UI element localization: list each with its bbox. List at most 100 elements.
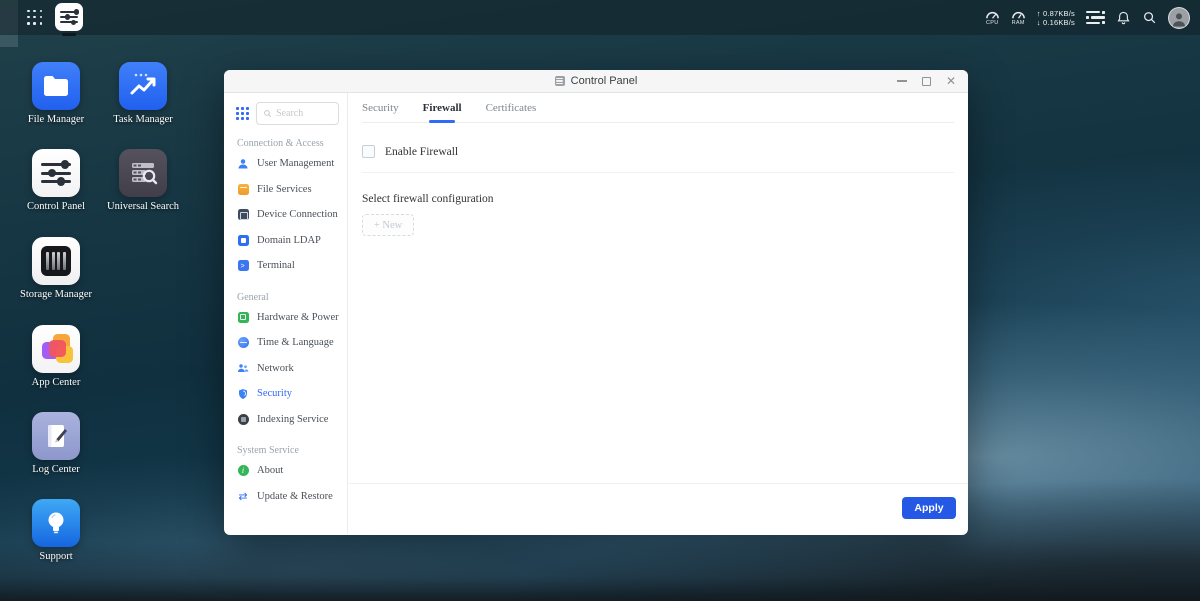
user-icon bbox=[237, 158, 249, 170]
desktop-icon-label: Storage Manager bbox=[19, 289, 92, 300]
search-icon bbox=[264, 110, 272, 118]
sidebar-item-hardware-power[interactable]: Hardware & Power bbox=[224, 305, 347, 331]
desktop-icon-universal-search[interactable]: Universal Search bbox=[95, 149, 191, 212]
sidebar-item-label: Update & Restore bbox=[257, 490, 333, 502]
network-speeds: ↑ 0.87KB/s ↓ 0.16KB/s bbox=[1037, 9, 1075, 27]
sidebar-item-device-connection[interactable]: Device Connection bbox=[224, 202, 347, 228]
maximize-icon[interactable] bbox=[921, 76, 931, 86]
enable-firewall-label: Enable Firewall bbox=[385, 145, 459, 158]
refresh-arrows-icon: ⇄ bbox=[238, 489, 248, 503]
sidebar-item-time-language[interactable]: Time & Language bbox=[224, 330, 347, 356]
sidebar-item-security[interactable]: Security bbox=[224, 381, 347, 407]
desktop-icon-storage-manager[interactable]: Storage Manager bbox=[8, 237, 104, 300]
task-queue-icon[interactable] bbox=[1086, 10, 1105, 25]
indexing-icon bbox=[237, 413, 249, 425]
tab-bar: Security Firewall Certificates bbox=[362, 93, 954, 123]
chip-icon bbox=[237, 311, 249, 323]
sidebar-item-label: Network bbox=[257, 362, 294, 374]
domain-icon bbox=[237, 234, 249, 246]
desktop-icon-log-center[interactable]: Log Center bbox=[8, 412, 104, 475]
sidebar-search[interactable] bbox=[256, 102, 339, 125]
taskbar-control-panel-icon[interactable] bbox=[55, 3, 83, 31]
desktop-icon-label: Support bbox=[39, 551, 73, 562]
sidebar-section-header: Connection & Access bbox=[237, 138, 324, 149]
info-icon: i bbox=[237, 465, 249, 477]
select-config-label: Select firewall configuration bbox=[362, 193, 494, 205]
desktop-icon-file-manager[interactable]: File Manager bbox=[8, 62, 104, 125]
sidebar-item-indexing-service[interactable]: Indexing Service bbox=[224, 407, 347, 433]
sidebar-item-label: Terminal bbox=[257, 260, 295, 272]
search-input[interactable] bbox=[276, 108, 332, 119]
control-panel-sidebar: Connection & Access User Management File… bbox=[224, 93, 348, 534]
sidebar-item-user-management[interactable]: User Management bbox=[224, 151, 347, 177]
tab-firewall[interactable]: Firewall bbox=[423, 102, 462, 122]
user-avatar[interactable] bbox=[1168, 6, 1190, 29]
globe-clock-icon bbox=[237, 337, 249, 349]
section-divider bbox=[362, 172, 954, 173]
sidebar-item-domain-ldap[interactable]: Domain LDAP bbox=[224, 228, 347, 254]
desktop-icon-support[interactable]: Support bbox=[8, 499, 104, 562]
sidebar-item-label: User Management bbox=[257, 158, 335, 170]
window-title: Control Panel bbox=[570, 75, 638, 87]
shield-icon bbox=[237, 388, 249, 400]
firewall-panel: Security Firewall Certificates Enable Fi… bbox=[348, 93, 968, 534]
list-search-icon bbox=[119, 149, 167, 197]
sidebar-item-label: Indexing Service bbox=[257, 413, 329, 425]
tab-certificates[interactable]: Certificates bbox=[486, 102, 537, 122]
apply-button[interactable]: Apply bbox=[902, 497, 956, 519]
ram-label: RAM bbox=[1011, 19, 1025, 26]
desktop-icon-control-panel[interactable]: Control Panel bbox=[8, 149, 104, 212]
lightbulb-icon bbox=[32, 499, 80, 547]
close-icon[interactable]: ✕ bbox=[946, 75, 956, 87]
sidebar-item-label: Domain LDAP bbox=[257, 234, 321, 246]
control-panel-mini-icon bbox=[554, 76, 565, 86]
sidebar-section-header: General bbox=[237, 291, 269, 303]
notifications-bell-icon[interactable] bbox=[1116, 10, 1131, 26]
sidebar-item-file-services[interactable]: File Services bbox=[224, 177, 347, 203]
download-speed: ↓ 0.16KB/s bbox=[1036, 17, 1075, 27]
sidebar-item-terminal[interactable]: Terminal bbox=[224, 253, 347, 279]
new-config-button[interactable]: + New bbox=[362, 214, 414, 236]
sidebar-item-label: File Services bbox=[257, 183, 312, 195]
desktop-icon-task-manager[interactable]: Task Manager bbox=[95, 62, 191, 125]
network-icon bbox=[237, 362, 249, 374]
log-book-icon bbox=[32, 412, 80, 460]
sidebar-section-header: System Service bbox=[237, 445, 299, 456]
sidebar-item-network[interactable]: Network bbox=[224, 356, 347, 382]
sidebar-item-label: Time & Language bbox=[257, 337, 334, 349]
sliders-icon bbox=[41, 160, 71, 169]
ram-gauge[interactable]: RAM bbox=[1011, 9, 1026, 27]
device-icon bbox=[237, 209, 249, 221]
desktop-icon-label: App Center bbox=[31, 377, 81, 388]
sidebar-item-about[interactable]: i About bbox=[224, 458, 347, 484]
desktop-icon-label: Universal Search bbox=[106, 201, 179, 212]
sidebar-item-update-restore[interactable]: ⇄ Update & Restore bbox=[224, 484, 347, 510]
taskbar-active-indicator bbox=[62, 33, 76, 36]
tab-security[interactable]: Security bbox=[362, 102, 399, 122]
upload-speed: ↑ 0.87KB/s bbox=[1036, 8, 1075, 18]
desktop-icon-label: Control Panel bbox=[26, 201, 86, 212]
search-icon[interactable] bbox=[1142, 10, 1157, 25]
cpu-gauge[interactable]: CPU bbox=[985, 9, 1000, 27]
panel-footer: Apply bbox=[348, 483, 968, 534]
enable-firewall-checkbox[interactable] bbox=[362, 145, 375, 158]
folder-icon bbox=[32, 62, 80, 110]
chart-line-icon bbox=[119, 62, 167, 110]
topbar: CPU RAM ↑ 0.87KB/s ↓ 0.16KB/s bbox=[0, 0, 1200, 36]
files-icon bbox=[237, 183, 249, 195]
disk-array-icon bbox=[41, 246, 71, 276]
desktop-icon-label: File Manager bbox=[27, 114, 85, 125]
control-panel-window: Control Panel ✕ Connection & Access Use bbox=[224, 70, 968, 535]
apps-grid-icon[interactable] bbox=[27, 9, 43, 26]
desktop-icon-label: Log Center bbox=[32, 464, 80, 475]
modules-grid-icon[interactable] bbox=[236, 107, 249, 120]
sidebar-item-label: Security bbox=[257, 388, 292, 400]
desktop-icon-label: Task Manager bbox=[113, 114, 173, 125]
sidebar-item-label: Hardware & Power bbox=[257, 311, 339, 323]
cpu-label: CPU bbox=[985, 19, 999, 26]
minimize-icon[interactable] bbox=[896, 80, 907, 82]
window-titlebar[interactable]: Control Panel ✕ bbox=[224, 70, 968, 93]
terminal-icon bbox=[237, 260, 249, 272]
desktop-icon-app-center[interactable]: App Center bbox=[8, 325, 104, 388]
sidebar-item-label: Device Connection bbox=[257, 209, 338, 221]
